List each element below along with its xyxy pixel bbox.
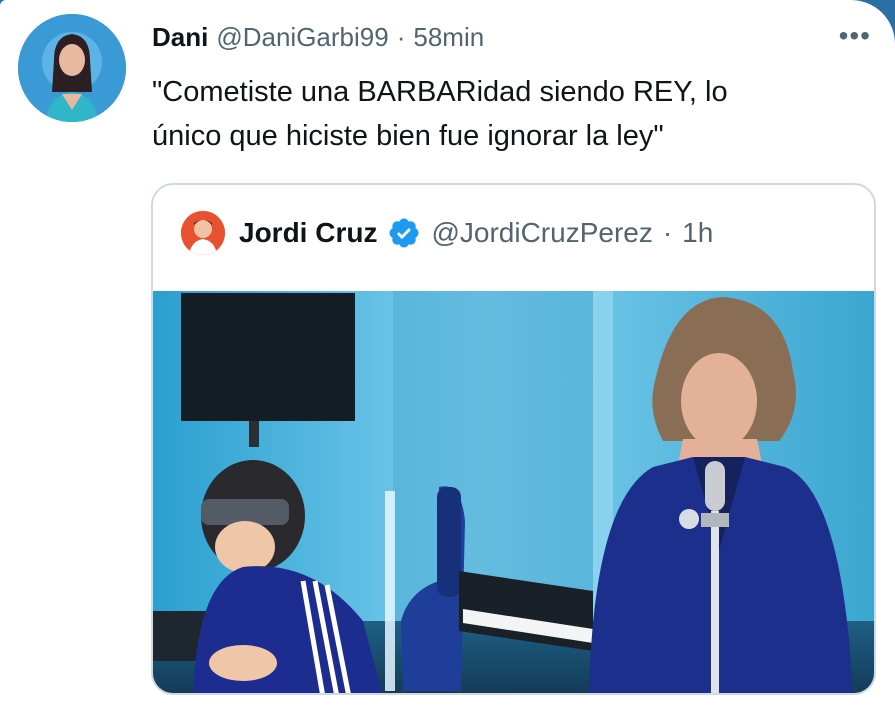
quoted-display-name[interactable]: Jordi Cruz [239, 217, 377, 249]
quoted-handle[interactable]: @JordiCruzPerez [431, 217, 652, 249]
verified-badge-icon [389, 218, 419, 248]
quoted-avatar[interactable] [181, 211, 225, 255]
timestamp[interactable]: 58min [413, 22, 484, 53]
quoted-tweet-header: Jordi Cruz @JordiCruzPerez · 1h [181, 209, 713, 257]
quoted-tweet[interactable]: Jordi Cruz @JordiCruzPerez · 1h [151, 183, 876, 695]
avatar[interactable] [18, 14, 126, 122]
avatar-image [18, 14, 126, 122]
tweet-card[interactable]: Dani @DaniGarbi99 · 58min ••• "Cometiste… [0, 0, 895, 720]
tweet-text: "Cometiste una BARBARidad siendo REY, lo… [152, 70, 852, 158]
handle[interactable]: @DaniGarbi99 [216, 22, 388, 53]
quoted-avatar-image [181, 211, 225, 255]
display-name[interactable]: Dani [152, 22, 208, 53]
more-horizontal-icon[interactable]: ••• [839, 22, 871, 50]
tweet-header: Dani @DaniGarbi99 · 58min [152, 22, 484, 56]
separator: · [662, 217, 673, 248]
studio-photo [153, 291, 874, 693]
tweet-text-line: "Cometiste una BARBARidad siendo REY, lo [152, 76, 728, 108]
separator: · [396, 22, 406, 52]
quoted-timestamp[interactable]: 1h [682, 217, 713, 249]
tweet-text-line: único que hiciste bien fue ignorar la le… [152, 120, 664, 152]
quoted-media-image[interactable] [153, 291, 874, 693]
